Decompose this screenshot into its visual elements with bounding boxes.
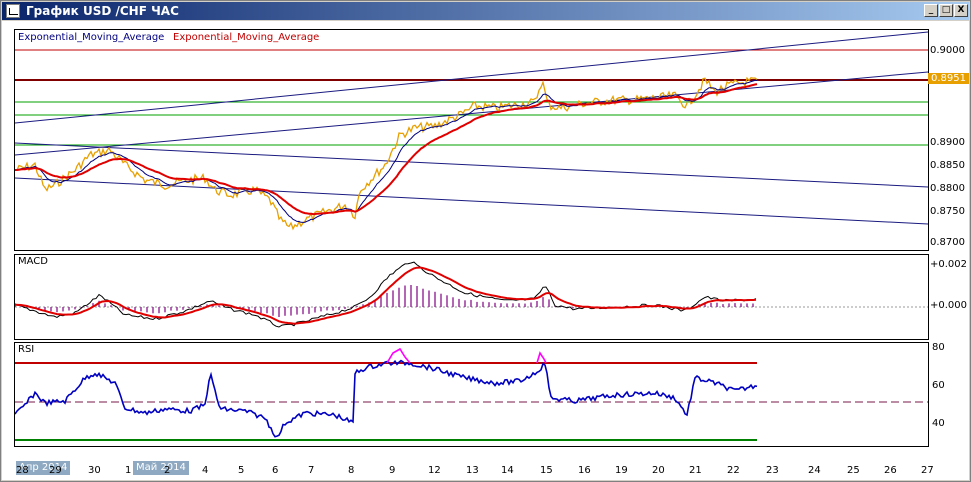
rsi-overbought-segment <box>386 347 411 364</box>
day-label: 16 <box>578 465 591 476</box>
day-label: 14 <box>501 465 514 476</box>
day-label: 27 <box>921 465 934 476</box>
macd-tick: +0.000 <box>930 300 968 311</box>
day-label: 15 <box>540 465 553 476</box>
ema-label-fast: Exponential_Moving_Average <box>18 32 165 43</box>
price-tick: 0.8900 <box>930 137 965 148</box>
trend-line-lower1 <box>15 142 928 188</box>
rsi-tick: 80 <box>932 342 945 353</box>
day-label: 29 <box>49 465 62 476</box>
rsi-chart[interactable] <box>15 343 928 446</box>
current-price-badge: 0.8951 <box>928 73 969 84</box>
rsi-overbought-segment <box>536 351 547 364</box>
month-tag: Май 2014 <box>133 461 189 475</box>
day-label: 7 <box>308 465 315 476</box>
day-label: 30 <box>88 465 101 476</box>
ema-slow-line <box>15 83 758 216</box>
chart-area[interactable]: Exponential_Moving_Average Exponential_M… <box>2 21 969 480</box>
trend-line-middle <box>15 71 928 156</box>
price-tick: 0.8800 <box>930 183 965 194</box>
close-button[interactable]: X <box>954 4 968 17</box>
trend-line-upper <box>15 31 928 124</box>
day-label: 13 <box>466 465 479 476</box>
day-label: 12 <box>428 465 441 476</box>
day-label: 6 <box>272 465 279 476</box>
price-axis: 0.9000 0.8900 0.8850 0.8800 0.8750 0.870… <box>928 29 969 249</box>
day-label: 23 <box>766 465 779 476</box>
rsi-axis: 80 60 40 <box>928 342 969 445</box>
price-pane[interactable]: Exponential_Moving_Average Exponential_M… <box>14 29 929 251</box>
minimize-button[interactable]: _ <box>924 4 938 17</box>
macd-axis: +0.002 +0.000 <box>928 254 969 338</box>
day-label: 1 <box>125 465 132 476</box>
day-label: 20 <box>652 465 665 476</box>
day-label: 26 <box>884 465 897 476</box>
rsi-tick: 40 <box>932 418 945 429</box>
rsi-line <box>15 359 758 438</box>
day-label: 2 <box>164 465 171 476</box>
macd-chart[interactable] <box>15 255 928 339</box>
chart-icon <box>6 4 20 18</box>
macd-tick: +0.002 <box>930 259 968 270</box>
day-label: 22 <box>727 465 740 476</box>
day-label: 25 <box>847 465 860 476</box>
macd-label: MACD <box>18 256 48 267</box>
day-label: 24 <box>808 465 821 476</box>
rsi-label: RSI <box>18 344 35 355</box>
rsi-tick: 60 <box>932 380 945 391</box>
time-axis: Апр 2014 Май 2014 28 29 30 1 2 4 5 6 7 8 9 12 13 14 15… <box>14 461 969 480</box>
price-tick: 0.8850 <box>930 160 965 171</box>
trend-line-lower2 <box>15 177 928 225</box>
price-tick: 0.9000 <box>930 45 965 56</box>
title-bar[interactable]: График USD /CHF ЧАС _ □ X <box>2 2 969 20</box>
day-label: 9 <box>389 465 396 476</box>
rsi-pane[interactable]: RSI <box>14 342 929 447</box>
macd-line <box>15 261 757 328</box>
macd-signal-line <box>15 266 757 325</box>
price-chart[interactable] <box>15 30 928 250</box>
day-label: 28 <box>16 465 29 476</box>
chart-window: График USD /CHF ЧАС _ □ X Exponential_Mo… <box>0 0 971 482</box>
day-label: 21 <box>689 465 702 476</box>
price-tick: 0.8750 <box>930 206 965 217</box>
window-title: График USD /CHF ЧАС <box>26 4 179 18</box>
macd-pane[interactable]: MACD <box>14 254 929 340</box>
price-tick: 0.8700 <box>930 237 965 248</box>
maximize-button[interactable]: □ <box>939 4 953 17</box>
day-label: 19 <box>615 465 628 476</box>
day-label: 4 <box>202 465 209 476</box>
ema-label-slow: Exponential_Moving_Average <box>173 32 320 43</box>
day-label: 5 <box>238 465 245 476</box>
day-label: 8 <box>348 465 355 476</box>
